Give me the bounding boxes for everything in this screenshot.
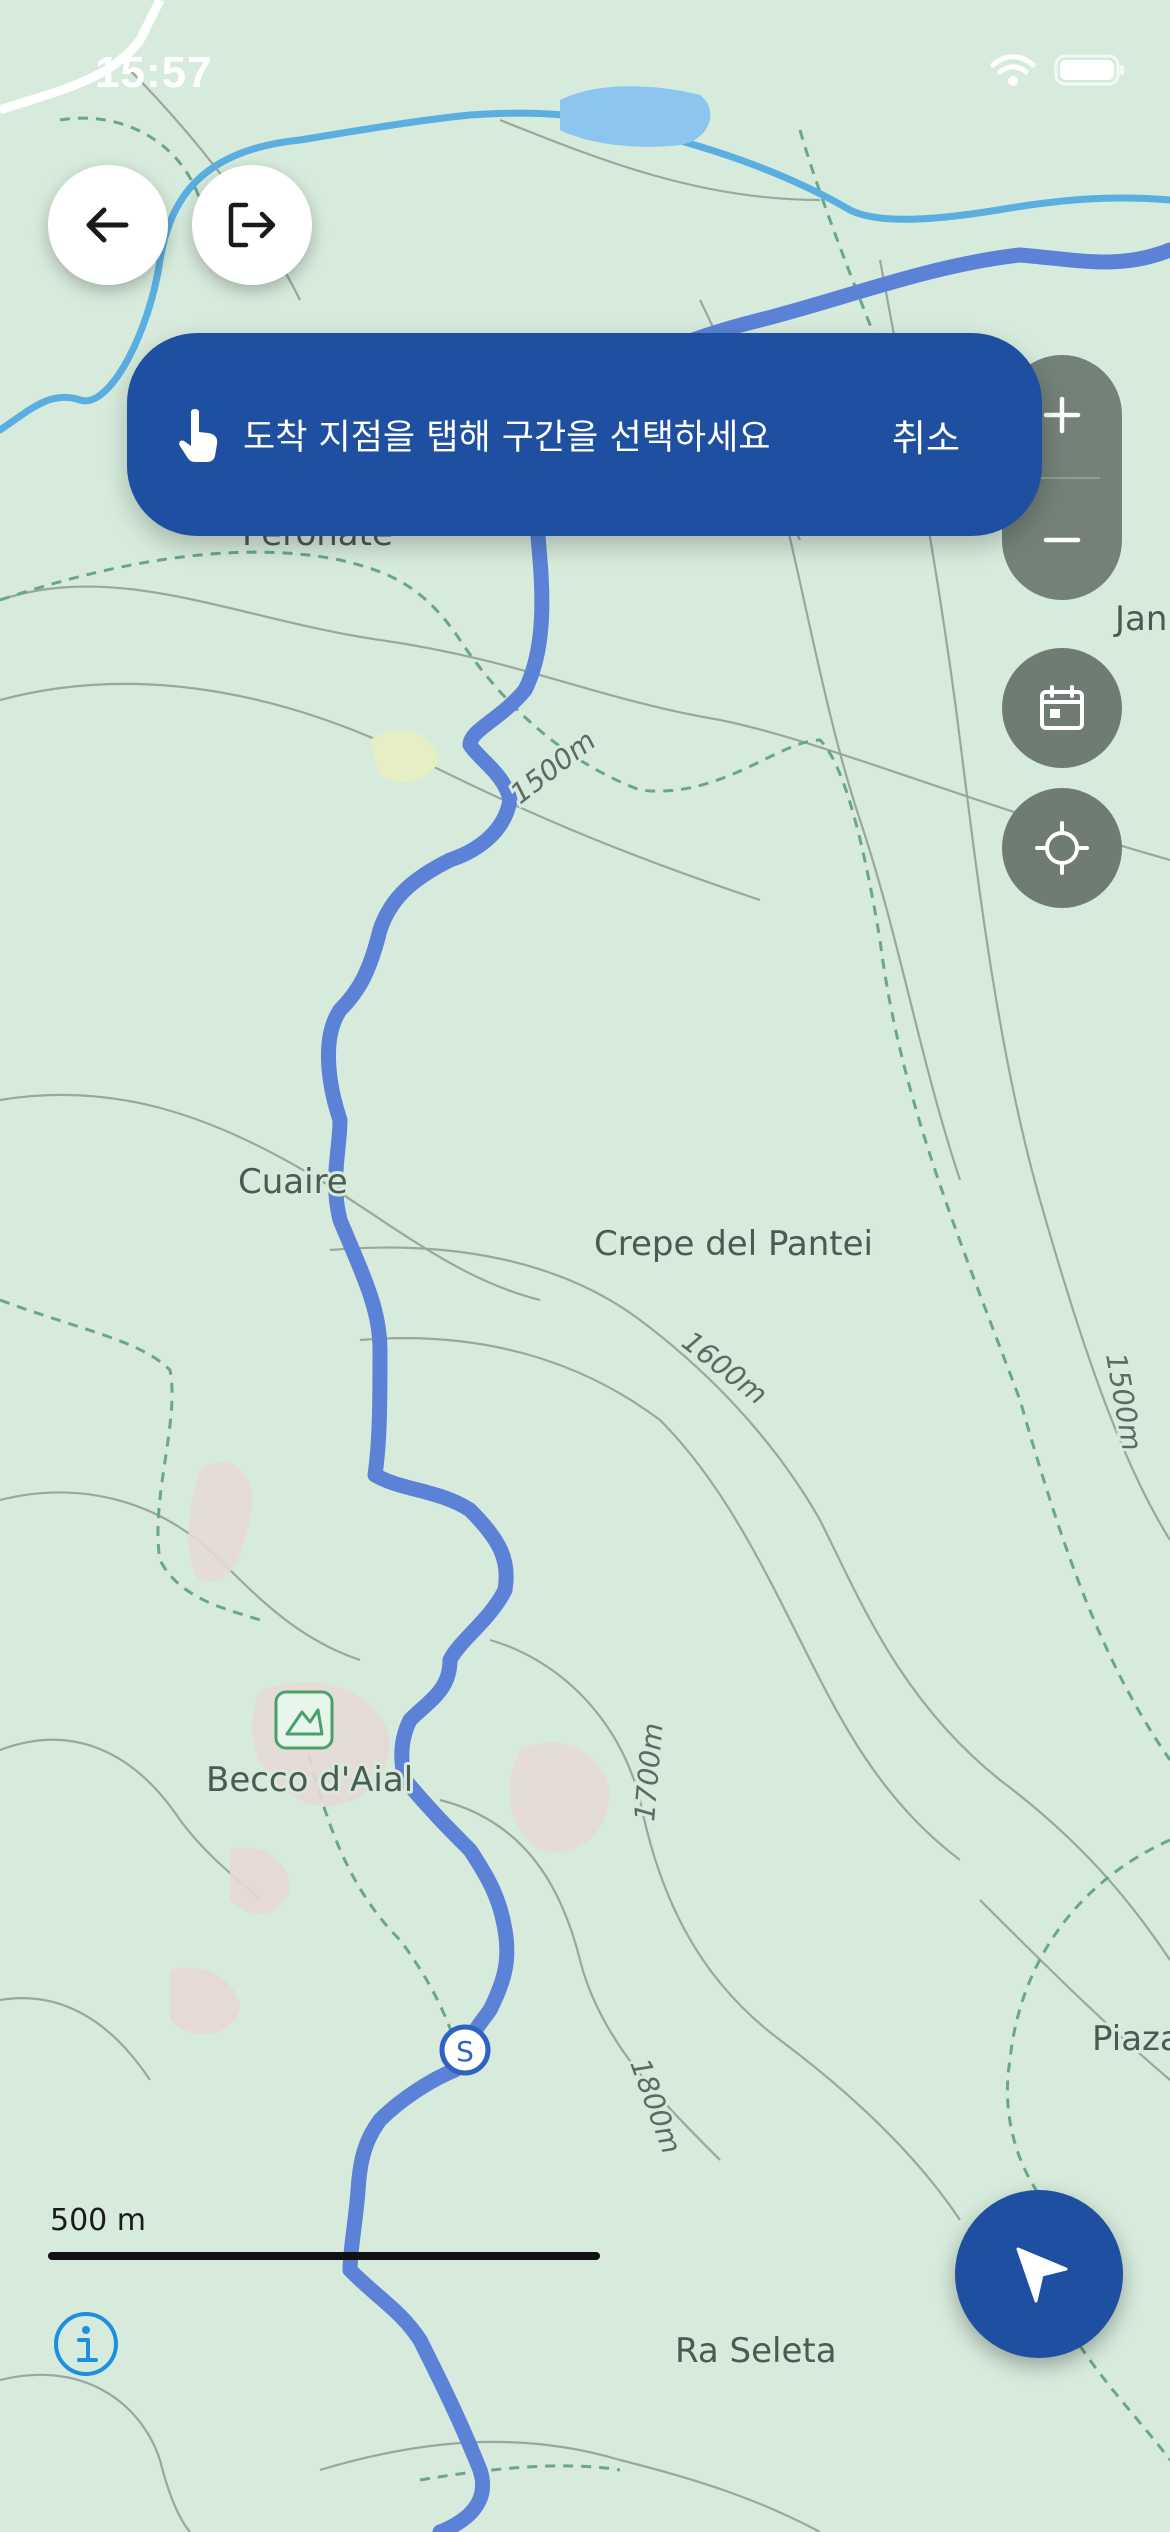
place-label-crepe-del-pantei: Crepe del Pantei [594, 1224, 873, 1264]
contour-label-1600: 1600m [676, 1325, 774, 1412]
place-label-becco-d-aial: Becco d'Aial [206, 1760, 413, 1800]
contour-label-1800: 1800m [623, 2054, 688, 2158]
banner-message: 도착 지점을 탭해 구간을 선택하세요 [243, 418, 771, 458]
exit-button[interactable] [192, 165, 312, 285]
locate-button[interactable] [1002, 788, 1122, 908]
place-label-piaza: Piaza [1092, 2019, 1170, 2059]
contour-label-1500-north: 1500m [504, 724, 602, 811]
lake [560, 86, 711, 147]
place-label-cuaire: Cuaire [238, 1162, 348, 1202]
meadow-patch [370, 729, 440, 783]
plus-icon [1043, 396, 1081, 434]
tap-finger-icon [179, 408, 218, 462]
place-label-jan: Jan [1113, 599, 1167, 639]
place-label-ra-seleta: Ra Seleta [675, 2331, 837, 2371]
segment-select-banner: 도착 지점을 탭해 구간을 선택하세요 취소 [127, 333, 1042, 536]
contour-label-1500-east: 1500m [1099, 1350, 1149, 1453]
navigation-arrow-icon [1016, 2247, 1068, 2303]
start-marker[interactable]: S [439, 2024, 491, 2076]
scale-bar [48, 2252, 600, 2260]
arrow-left-icon [86, 207, 129, 243]
info-button[interactable] [52, 2310, 120, 2378]
start-marker-label: S [456, 2035, 474, 2068]
settlement-areas [170, 1462, 610, 2034]
calendar-button[interactable] [1002, 648, 1122, 768]
calendar-icon [1040, 685, 1084, 730]
battery-icon [1054, 54, 1124, 86]
navigate-button[interactable] [955, 2190, 1123, 2358]
contour-label-1700: 1700m [628, 1722, 669, 1823]
scale-label: 500 m [50, 2203, 147, 2238]
status-bar-icons [990, 52, 1126, 88]
minus-icon [1043, 537, 1081, 543]
crosshair-icon [1035, 821, 1089, 875]
logout-icon [228, 202, 276, 248]
peak-icon[interactable] [274, 1690, 334, 1750]
wifi-icon [990, 54, 1036, 86]
info-icon [54, 2312, 118, 2376]
back-button[interactable] [48, 165, 168, 285]
banner-cancel-button[interactable]: 취소 [892, 408, 960, 462]
status-bar-time: 15:57 [95, 48, 213, 97]
